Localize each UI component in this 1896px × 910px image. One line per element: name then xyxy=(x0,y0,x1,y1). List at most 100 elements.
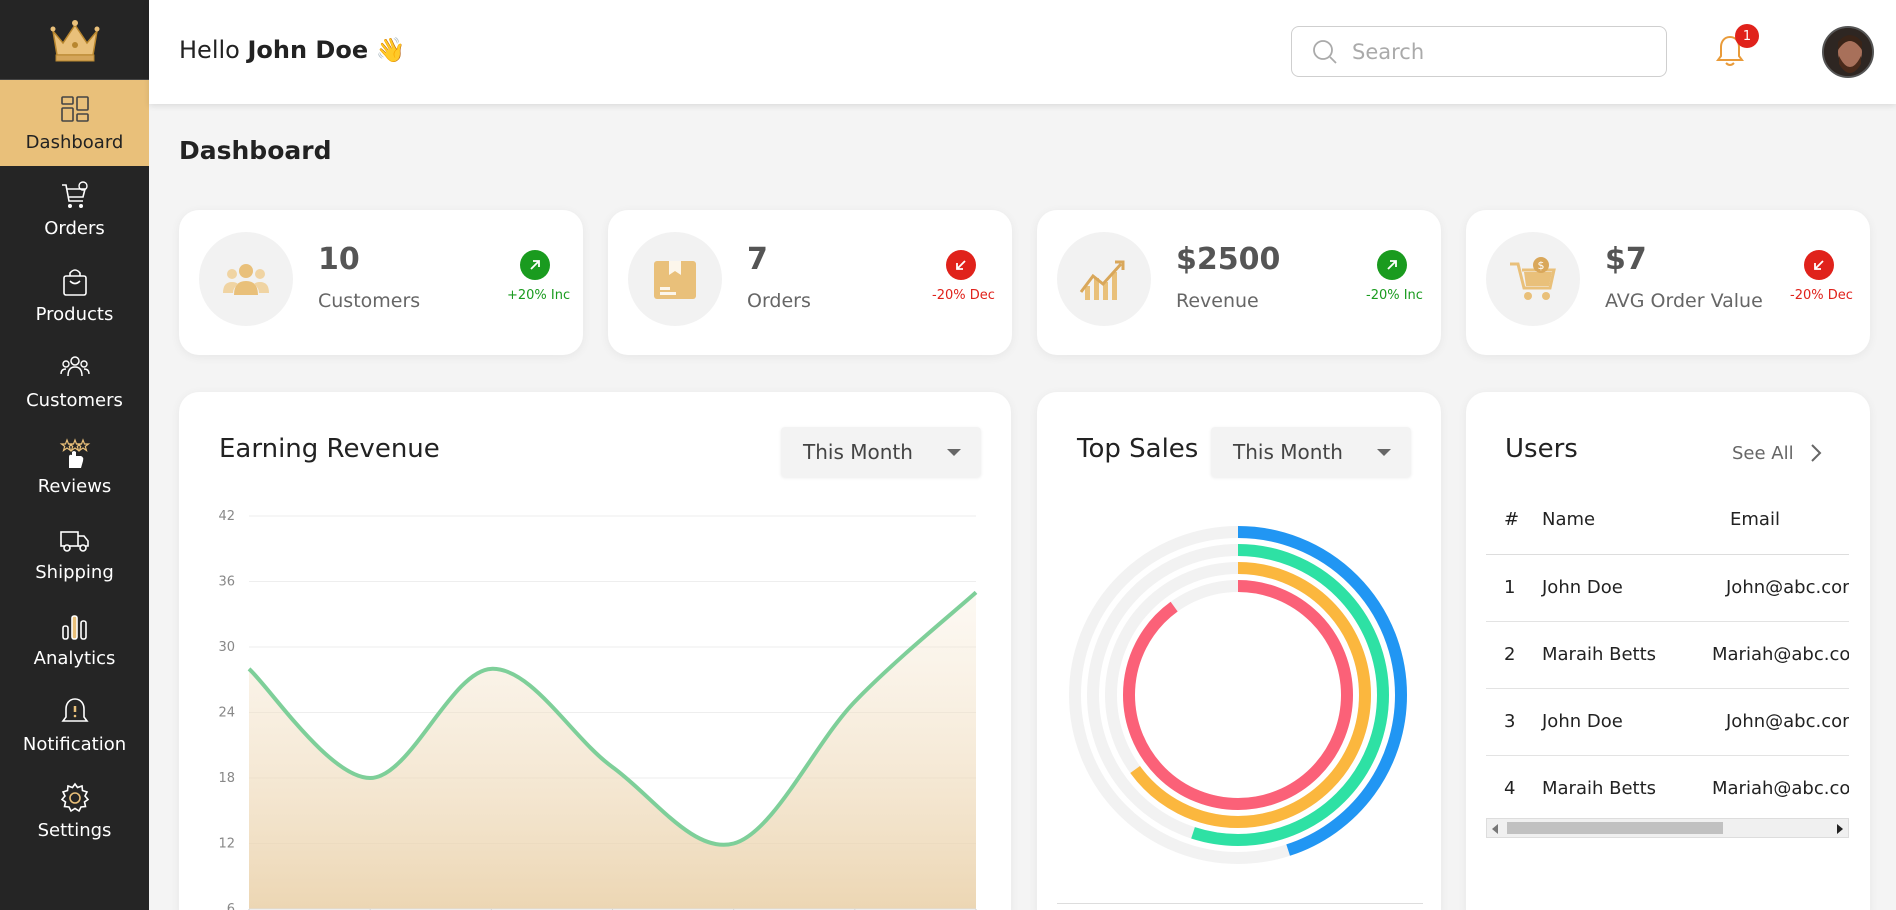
orders-cart-icon xyxy=(61,180,88,208)
crown-logo[interactable] xyxy=(0,0,149,80)
products-bag-icon xyxy=(62,268,87,296)
greeting: Hello John Doe 👋 xyxy=(179,36,406,64)
sidebar-item-label: Customers xyxy=(26,389,123,411)
wave-emoji: 👋 xyxy=(375,36,406,64)
greeting-prefix: Hello xyxy=(179,36,240,64)
earning-revenue-title: Earning Revenue xyxy=(219,434,440,464)
sidebar-item-dashboard[interactable]: Dashboard xyxy=(0,80,149,166)
radial-bar[interactable] xyxy=(1123,580,1353,810)
sidebar-item-analytics[interactable]: Analytics xyxy=(0,596,149,682)
row-number: 2 xyxy=(1486,621,1542,689)
scroll-right-arrow-icon[interactable] xyxy=(1837,824,1843,834)
sidebar-item-customers[interactable]: Customers xyxy=(0,338,149,424)
y-tick-label: 12 xyxy=(218,837,235,852)
users-title: Users xyxy=(1505,434,1578,464)
stat-card-revenue: $2500 Revenue -20% Inc xyxy=(1037,210,1441,355)
user-name: John Doe xyxy=(247,36,369,64)
row-name: John Doe xyxy=(1542,554,1694,622)
crown-icon xyxy=(50,19,99,61)
orders-box-icon xyxy=(654,261,696,299)
row-email: Mariah@abc.com xyxy=(1694,621,1849,689)
earning-revenue-card: Earning Revenue This Month 42 36 30 24 18 12 6… xyxy=(179,392,1011,910)
table-row[interactable]: 3 John Doe John@abc.com xyxy=(1486,688,1849,756)
row-name: John Doe xyxy=(1542,688,1694,756)
users-card: Users See All # Name Email 1 John Doe John… xyxy=(1466,392,1870,910)
sidebar-item-label: Reviews xyxy=(37,475,112,497)
row-number: 4 xyxy=(1486,755,1542,816)
stat-card-avg-order: $ $7 AVG Order Value -20% Dec xyxy=(1466,210,1870,355)
sidebar-item-label: Analytics xyxy=(33,647,116,669)
notification-bell-icon xyxy=(60,697,89,722)
column-header: Name xyxy=(1542,486,1694,555)
table-header-row: # Name Email xyxy=(1486,486,1849,555)
users-table: # Name Email 1 John Doe John@abc.com 2 Marai… xyxy=(1486,486,1849,816)
y-tick-label: 42 xyxy=(218,509,235,524)
trend-up-icon xyxy=(520,250,550,280)
sidebar-item-label: Products xyxy=(35,303,114,325)
row-name: Maraih Betts xyxy=(1542,755,1694,816)
sidebar-item-label: Settings xyxy=(37,819,112,841)
top-sales-card: Top Sales This Month xyxy=(1037,392,1441,910)
horizontal-scrollbar[interactable] xyxy=(1486,818,1849,838)
stat-card-customers: 10 Customers +20% Inc xyxy=(179,210,583,355)
area-fill xyxy=(249,592,976,909)
chevron-right-icon xyxy=(1810,444,1822,462)
stat-label: Revenue xyxy=(1176,290,1259,312)
shipping-truck-icon xyxy=(59,530,89,552)
avg-order-cart-icon: $ xyxy=(1510,257,1556,300)
y-tick-label: 36 xyxy=(218,575,235,590)
scroll-thumb[interactable] xyxy=(1507,822,1723,834)
chevron-down-icon xyxy=(947,449,961,456)
row-number: 1 xyxy=(1486,554,1542,622)
search-input[interactable] xyxy=(1352,39,1652,64)
notification-badge: 1 xyxy=(1735,24,1759,48)
trend-text: -20% Dec xyxy=(1790,288,1853,303)
y-tick-label: 18 xyxy=(218,771,235,786)
divider xyxy=(1057,903,1423,904)
top-sales-period-dropdown[interactable]: This Month xyxy=(1211,427,1411,477)
earning-area-chart: 4236302418126JanFebMarAprMayJunJul xyxy=(218,509,978,910)
user-avatar-icon xyxy=(1824,28,1872,76)
chevron-down-icon xyxy=(1377,449,1391,456)
table-row[interactable]: 1 John Doe John@abc.com xyxy=(1486,554,1849,622)
row-name: Maraih Betts xyxy=(1542,621,1694,689)
trend-down-icon xyxy=(1804,250,1834,280)
column-header: Email xyxy=(1694,486,1849,555)
sidebar-item-notification[interactable]: Notification xyxy=(0,682,149,768)
row-email: John@abc.com xyxy=(1694,554,1849,622)
sidebar-item-orders[interactable]: Orders xyxy=(0,166,149,252)
stat-label: AVG Order Value xyxy=(1605,290,1763,312)
y-tick-label: 24 xyxy=(218,706,235,721)
scroll-left-arrow-icon[interactable] xyxy=(1492,824,1498,834)
stat-label: Customers xyxy=(318,290,421,312)
svg-text:$: $ xyxy=(1538,259,1545,272)
sidebar-item-settings[interactable]: Settings xyxy=(0,768,149,854)
dropdown-value: This Month xyxy=(803,440,913,464)
settings-gear-icon xyxy=(60,782,89,812)
stat-value: 10 xyxy=(318,242,360,277)
trend-text: +20% Inc xyxy=(507,288,571,303)
table-row[interactable]: 4Maraih BettsMariah@abc.com xyxy=(1486,755,1849,816)
trend-text: -20% Dec xyxy=(932,288,995,303)
avatar[interactable] xyxy=(1822,26,1874,78)
sidebar-item-label: Notification xyxy=(22,733,127,755)
see-all-label: See All xyxy=(1732,442,1794,464)
search-box[interactable] xyxy=(1291,26,1667,77)
search-icon xyxy=(1313,39,1337,64)
analytics-bars-icon xyxy=(61,614,87,640)
see-all-link[interactable]: See All xyxy=(1732,441,1828,465)
sidebar-item-products[interactable]: Products xyxy=(0,252,149,338)
sidebar-item-reviews[interactable]: Reviews xyxy=(0,424,149,510)
table-row[interactable]: 2Maraih BettsMariah@abc.com xyxy=(1486,621,1849,689)
customers-icon xyxy=(223,264,269,295)
sidebar-item-label: Dashboard xyxy=(25,131,124,153)
y-tick-label: 30 xyxy=(218,640,235,655)
revenue-chart-icon xyxy=(1079,260,1125,300)
sidebar: Dashboard Orders Products Customers Reviews S… xyxy=(0,0,149,910)
earning-period-dropdown[interactable]: This Month xyxy=(781,427,981,477)
trend-up-icon xyxy=(1377,250,1407,280)
sidebar-item-shipping[interactable]: Shipping xyxy=(0,510,149,596)
sidebar-item-label: Orders xyxy=(44,217,105,239)
row-email: John@abc.com xyxy=(1694,688,1849,756)
dashboard-icon xyxy=(60,95,89,122)
